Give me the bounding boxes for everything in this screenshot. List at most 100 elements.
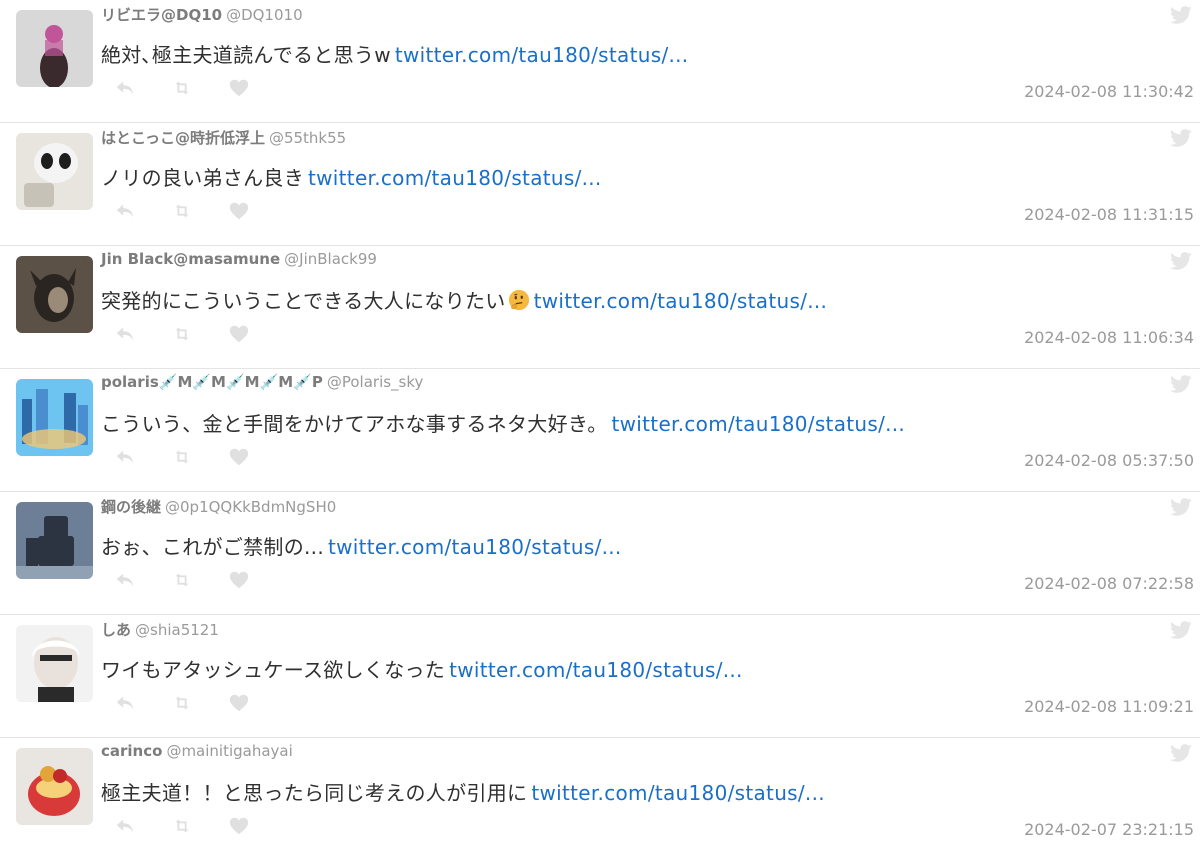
retweet-icon[interactable] [170, 814, 194, 838]
tweet-header: 鋼の後継 @0p1QQKkBdmNgSH0 [101, 496, 336, 517]
tweet-link[interactable]: twitter.com/tau180/status/... [612, 412, 906, 436]
tweet-item: 鋼の後継 @0p1QQKkBdmNgSH0 おぉ、これがご禁制の... twitter… [0, 492, 1200, 615]
retweet-icon[interactable] [170, 76, 194, 100]
tweet-header: リビエラ@DQ10 @DQ1010 [101, 4, 303, 25]
tweet-item: はとこっこ@時折低浮上 @55thk55 ノリの良い弟さん良き twitter.com… [0, 123, 1200, 246]
tweet-header: はとこっこ@時折低浮上 @55thk55 [101, 127, 346, 148]
tweet-link[interactable]: twitter.com/tau180/status/... [531, 781, 825, 805]
timestamp[interactable]: 2024-02-08 05:37:50 [1024, 451, 1194, 470]
user-handle[interactable]: @55thk55 [269, 129, 346, 147]
twitter-bird-icon[interactable] [1170, 375, 1192, 393]
twitter-bird-icon[interactable] [1170, 744, 1192, 762]
avatar[interactable] [16, 748, 93, 825]
tweet-link[interactable]: twitter.com/tau180/status/... [308, 166, 602, 190]
user-handle[interactable]: @Polaris_sky [327, 373, 424, 391]
tweet-item: polaris💉M💉M💉M💉M💉P @Polaris_sky こういう、金と手間をか… [0, 369, 1200, 492]
reply-icon[interactable] [113, 568, 137, 592]
tweet-actions [113, 322, 284, 346]
timestamp[interactable]: 2024-02-08 11:06:34 [1024, 328, 1194, 347]
user-name[interactable]: リビエラ@DQ10 [101, 6, 222, 24]
tweet-actions [113, 445, 284, 469]
heart-icon[interactable] [227, 199, 251, 223]
reply-icon[interactable] [113, 691, 137, 715]
twitter-bird-icon[interactable] [1170, 252, 1192, 270]
tweet-actions [113, 814, 284, 838]
tweet-item: しあ @shia5121 ワイもアタッシュケース欲しくなった twitter.com/… [0, 615, 1200, 738]
thinking-face-emoji [508, 289, 530, 311]
tweet-header: しあ @shia5121 [101, 619, 219, 640]
timestamp[interactable]: 2024-02-08 07:22:58 [1024, 574, 1194, 593]
reply-icon[interactable] [113, 76, 137, 100]
avatar[interactable] [16, 256, 93, 333]
tweet-link[interactable]: twitter.com/tau180/status/... [449, 658, 743, 682]
timestamp[interactable]: 2024-02-08 11:09:21 [1024, 697, 1194, 716]
user-handle[interactable]: @DQ1010 [226, 6, 303, 24]
tweet-link[interactable]: twitter.com/tau180/status/... [534, 289, 828, 313]
tweet-header: carinco @mainitigahayai [101, 742, 293, 760]
user-handle[interactable]: @mainitigahayai [166, 742, 292, 760]
tweet-item: リビエラ@DQ10 @DQ1010 絶対､極主夫道読んでると思うw twitter.c… [0, 0, 1200, 123]
avatar[interactable] [16, 133, 93, 210]
twitter-bird-icon[interactable] [1170, 6, 1192, 24]
heart-icon[interactable] [227, 691, 251, 715]
tweet-link[interactable]: twitter.com/tau180/status/... [328, 535, 622, 559]
tweet-text: おぉ、これがご禁制の... twitter.com/tau180/status/.… [101, 531, 622, 560]
heart-icon[interactable] [227, 445, 251, 469]
user-name[interactable]: carinco [101, 742, 162, 760]
twitter-bird-icon[interactable] [1170, 498, 1192, 516]
avatar[interactable] [16, 10, 93, 87]
user-handle[interactable]: @0p1QQKkBdmNgSH0 [165, 498, 336, 516]
heart-icon[interactable] [227, 568, 251, 592]
twitter-bird-icon[interactable] [1170, 129, 1192, 147]
tweet-item: carinco @mainitigahayai 極主夫道！！と思ったら同じ考えの人が… [0, 738, 1200, 850]
tweet-actions [113, 691, 284, 715]
tweet-actions [113, 568, 284, 592]
retweet-icon[interactable] [170, 568, 194, 592]
avatar[interactable] [16, 502, 93, 579]
tweet-actions [113, 199, 284, 223]
tweet-text: 極主夫道！！と思ったら同じ考えの人が引用に twitter.com/tau180/… [101, 777, 825, 806]
retweet-icon[interactable] [170, 691, 194, 715]
heart-icon[interactable] [227, 322, 251, 346]
tweet-body: 極主夫道！！と思ったら同じ考えの人が引用に [101, 781, 528, 805]
user-name[interactable]: polaris💉M💉M💉M💉M💉P [101, 373, 323, 391]
tweet-header: polaris💉M💉M💉M💉M💉P @Polaris_sky [101, 373, 423, 391]
tweet-feed: リビエラ@DQ10 @DQ1010 絶対､極主夫道読んでると思うw twitter.c… [0, 0, 1200, 850]
timestamp[interactable]: 2024-02-08 11:30:42 [1024, 82, 1194, 101]
retweet-icon[interactable] [170, 199, 194, 223]
tweet-text: 絶対､極主夫道読んでると思うw twitter.com/tau180/status… [101, 39, 688, 68]
reply-icon[interactable] [113, 814, 137, 838]
user-name[interactable]: しあ [101, 621, 131, 639]
user-name[interactable]: はとこっこ@時折低浮上 [101, 129, 265, 147]
retweet-icon[interactable] [170, 445, 194, 469]
retweet-icon[interactable] [170, 322, 194, 346]
tweet-body: ワイもアタッシュケース欲しくなった [101, 658, 446, 682]
reply-icon[interactable] [113, 199, 137, 223]
reply-icon[interactable] [113, 322, 137, 346]
tweet-body: 突発的にこういうことできる大人になりたい [101, 289, 506, 313]
twitter-bird-icon[interactable] [1170, 621, 1192, 639]
avatar[interactable] [16, 379, 93, 456]
tweet-item: Jin Black@masamune @JinBlack99 突発的にこういうことで… [0, 246, 1200, 369]
timestamp[interactable]: 2024-02-07 23:21:15 [1024, 820, 1194, 839]
tweet-text: ノリの良い弟さん良き twitter.com/tau180/status/... [101, 162, 602, 191]
timestamp[interactable]: 2024-02-08 11:31:15 [1024, 205, 1194, 224]
reply-icon[interactable] [113, 445, 137, 469]
heart-icon[interactable] [227, 814, 251, 838]
tweet-body: こういう、金と手間をかけてアホな事するネタ大好き。 [101, 412, 608, 436]
tweet-text: こういう、金と手間をかけてアホな事するネタ大好き。 twitter.com/tau… [101, 408, 905, 437]
tweet-body: 絶対､極主夫道読んでると思うw [101, 43, 391, 67]
tweet-body: おぉ、これがご禁制の... [101, 535, 324, 559]
user-handle[interactable]: @shia5121 [135, 621, 219, 639]
tweet-text: ワイもアタッシュケース欲しくなった twitter.com/tau180/stat… [101, 654, 743, 683]
tweet-text: 突発的にこういうことできる大人になりたい twitter.com/tau180/s… [101, 285, 827, 314]
user-name[interactable]: 鋼の後継 [101, 498, 161, 516]
user-handle[interactable]: @JinBlack99 [284, 250, 377, 268]
tweet-link[interactable]: twitter.com/tau180/status/... [395, 43, 689, 67]
user-name[interactable]: Jin Black@masamune [101, 250, 280, 268]
tweet-actions [113, 76, 284, 100]
heart-icon[interactable] [227, 76, 251, 100]
tweet-body: ノリの良い弟さん良き [101, 166, 304, 190]
avatar[interactable] [16, 625, 93, 702]
tweet-header: Jin Black@masamune @JinBlack99 [101, 250, 377, 268]
